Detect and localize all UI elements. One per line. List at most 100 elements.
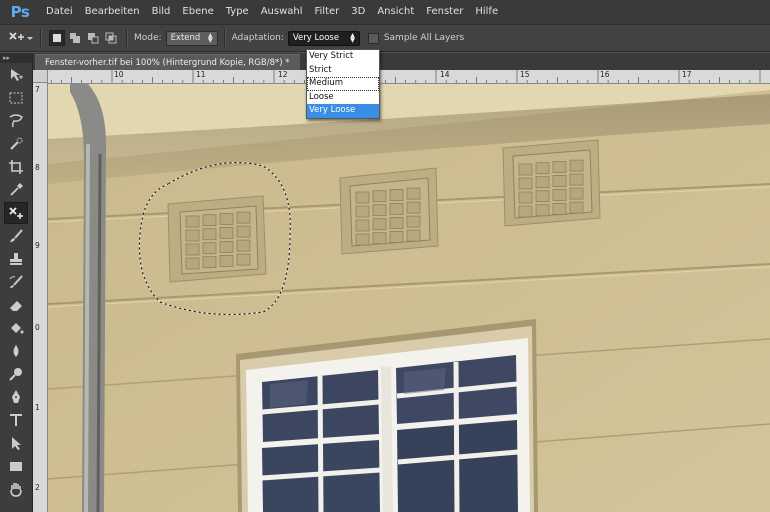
subtract-from-selection-button[interactable]: [85, 30, 101, 46]
menu-3d[interactable]: 3D: [345, 0, 371, 24]
ruler-label: 10: [114, 70, 124, 79]
document-canvas[interactable]: [48, 84, 770, 512]
ruler-label: 2: [35, 483, 40, 492]
ruler-label: 15: [520, 70, 530, 79]
eraser-icon: [10, 301, 22, 311]
adaptation-option-loose[interactable]: Loose: [307, 91, 379, 105]
new-selection-button[interactable]: [49, 30, 65, 46]
content-aware-move-tool[interactable]: [4, 202, 28, 224]
brush-tool[interactable]: [4, 225, 28, 247]
pen-tool[interactable]: [4, 386, 28, 408]
adaptation-option-very-loose[interactable]: Very Loose: [307, 104, 379, 118]
stamp-icon: [10, 253, 22, 265]
menu-ansicht[interactable]: Ansicht: [371, 0, 420, 24]
ruler-label: 16: [600, 70, 610, 79]
vent-square: [236, 225, 251, 238]
panel-grip-icon[interactable]: ▸▸: [0, 53, 32, 63]
ruler-label: 8: [35, 163, 40, 172]
menu-bild[interactable]: Bild: [146, 0, 177, 24]
vent-square: [372, 232, 387, 245]
vertical-ruler[interactable]: 7 8 9 0 1 2: [33, 83, 48, 512]
content-aware-move-icon: [9, 32, 24, 40]
path-selection-tool[interactable]: [4, 432, 28, 454]
wall-vent-panel: [339, 167, 439, 255]
menu-hilfe[interactable]: Hilfe: [469, 0, 504, 24]
vent-square: [185, 215, 200, 228]
vent-square: [535, 190, 550, 203]
marquee-icon: [9, 92, 23, 104]
hand-icon: [10, 483, 22, 497]
crop-tool[interactable]: [4, 156, 28, 178]
intersect-selection-icon: [105, 32, 117, 44]
vent-square: [355, 219, 370, 232]
blur-tool[interactable]: [4, 340, 28, 362]
move-tool[interactable]: [4, 64, 28, 86]
adaptation-select[interactable]: Very Loose ▲ ▼: [287, 30, 360, 46]
vent-square: [389, 216, 404, 229]
menu-bar: Ps Datei Bearbeiten Bild Ebene Type Ausw…: [0, 0, 770, 24]
vent-square: [406, 201, 421, 214]
eyedropper-tool[interactable]: [4, 179, 28, 201]
lasso-icon: [9, 114, 23, 128]
vent-square: [552, 161, 567, 173]
separator: [126, 29, 128, 47]
type-icon: [10, 414, 22, 426]
paint-bucket-tool[interactable]: [4, 317, 28, 339]
vent-square: [518, 205, 533, 218]
intersect-selection-button[interactable]: [103, 30, 119, 46]
vent-square: [518, 163, 533, 176]
history-brush-tool[interactable]: [4, 271, 28, 293]
ruler-label: 12: [278, 70, 288, 79]
rectangle-tool[interactable]: [4, 455, 28, 477]
mode-select[interactable]: Extend ▲ ▼: [165, 30, 218, 46]
vent-square: [535, 176, 550, 189]
move-icon: [11, 69, 23, 81]
vent-square: [406, 229, 421, 242]
ruler-label: 14: [440, 70, 450, 79]
tool-preset-picker[interactable]: [8, 31, 34, 45]
vent-square: [552, 189, 567, 201]
quick-selection-tool[interactable]: [4, 133, 28, 155]
vent-square: [569, 187, 584, 200]
adaptation-option-strict[interactable]: Strict: [307, 64, 379, 78]
menu-bearbeiten[interactable]: Bearbeiten: [79, 0, 146, 24]
menu-datei[interactable]: Datei: [40, 0, 79, 24]
adaptation-option-medium[interactable]: Medium: [307, 77, 379, 91]
marquee-tool[interactable]: [4, 87, 28, 109]
adaptation-option-very-strict[interactable]: Very Strict: [307, 50, 379, 64]
document-tab[interactable]: Fenster-vorher.tif bei 100% (Hintergrund…: [35, 54, 300, 71]
separator: [223, 29, 226, 47]
vent-square: [569, 173, 584, 186]
vent-square: [389, 189, 404, 201]
vent-square: [219, 212, 234, 225]
sample-all-layers-checkbox[interactable]: [367, 32, 379, 44]
menu-type[interactable]: Type: [220, 0, 255, 24]
clone-stamp-tool[interactable]: [4, 248, 28, 270]
add-selection-icon: [70, 33, 80, 43]
wall-vent-panel: [167, 195, 267, 283]
vent-square: [185, 257, 200, 270]
eraser-tool[interactable]: [4, 294, 28, 316]
vent-square: [202, 214, 217, 227]
menu-fenster[interactable]: Fenster: [420, 0, 469, 24]
menu-auswahl[interactable]: Auswahl: [255, 0, 309, 24]
menu-filter[interactable]: Filter: [309, 0, 346, 24]
content-aware-move-icon: [9, 207, 23, 219]
app-logo: Ps: [10, 3, 30, 21]
menu-ebene[interactable]: Ebene: [176, 0, 219, 24]
brush-icon: [10, 229, 23, 242]
vent-square: [389, 230, 404, 243]
dodge-tool[interactable]: [4, 363, 28, 385]
add-to-selection-button[interactable]: [67, 30, 83, 46]
adaptation-dropdown: Very Strict Strict Medium Loose Very Loo…: [306, 49, 380, 119]
hand-tool[interactable]: [4, 478, 28, 500]
vent-square: [372, 190, 387, 203]
vent-square: [389, 203, 404, 215]
vent-square: [569, 159, 584, 172]
horizontal-ruler[interactable]: 10 11 12 13 14 15 16 17: [48, 70, 770, 84]
ruler-label: 9: [35, 241, 40, 250]
type-tool[interactable]: [4, 409, 28, 431]
ruler-origin[interactable]: [33, 70, 48, 83]
lasso-tool[interactable]: [4, 110, 28, 132]
sample-all-layers-label: Sample All Layers: [383, 33, 465, 43]
